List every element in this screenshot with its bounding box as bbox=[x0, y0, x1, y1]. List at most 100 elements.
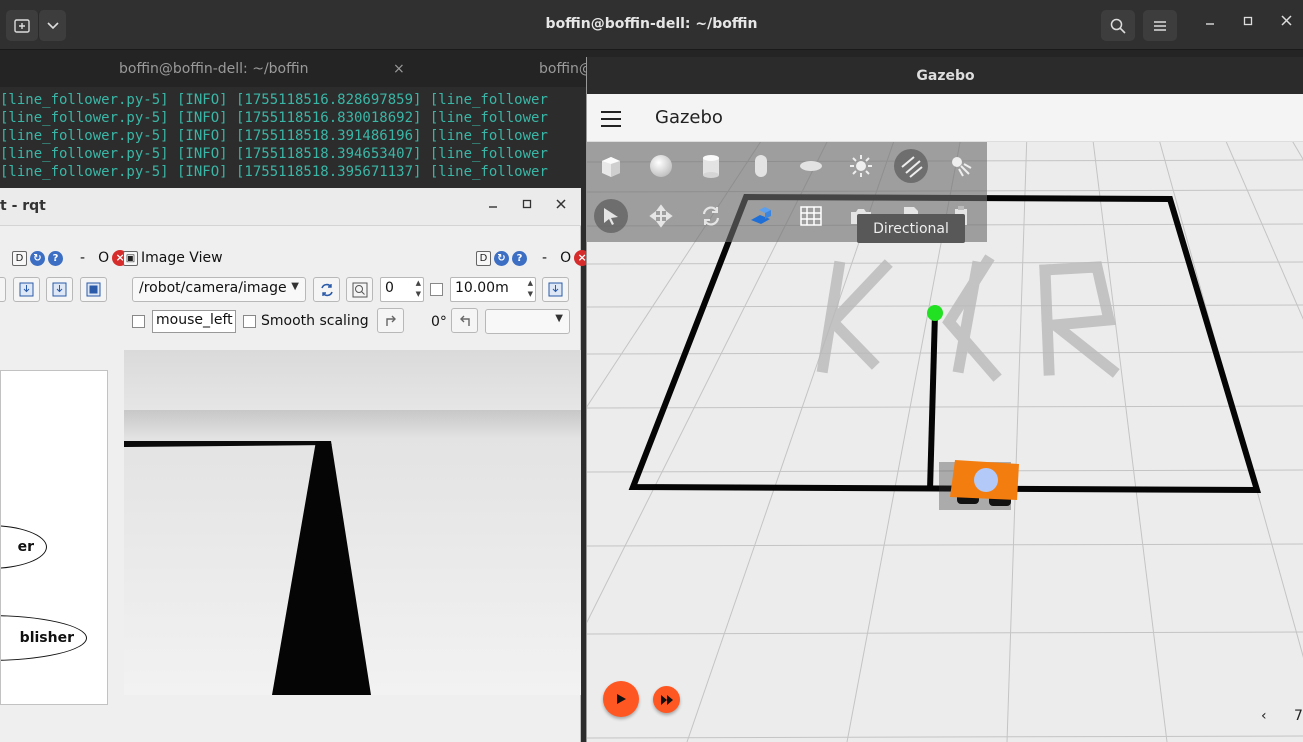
search-button[interactable] bbox=[1101, 10, 1135, 41]
terminal-header: boffin@boffin-dell: ~/boffin bbox=[0, 0, 1303, 50]
refresh-topics-button[interactable] bbox=[313, 277, 340, 302]
fast-forward-icon bbox=[660, 694, 673, 705]
mouse-topic-field[interactable]: mouse_left bbox=[152, 310, 236, 333]
reload-icon[interactable]: ↻ bbox=[30, 250, 45, 266]
sphere-icon bbox=[650, 155, 672, 177]
ellipsoid-icon bbox=[800, 161, 822, 171]
gazebo-titlebar: Gazebo bbox=[587, 57, 1303, 94]
image-view-dock-controls: D ↻ ? - O × bbox=[476, 250, 591, 266]
cylinder-shape-button[interactable] bbox=[694, 149, 728, 183]
terminal-tab-1[interactable]: boffin@boffin-dell: ~/boffin bbox=[119, 61, 309, 77]
graph-node[interactable]: blisher bbox=[1, 615, 87, 661]
zoom-fit-button[interactable] bbox=[346, 277, 373, 302]
point-light-icon bbox=[850, 155, 872, 177]
transform-control-button[interactable] bbox=[744, 199, 778, 233]
graph-node-label: er bbox=[17, 539, 34, 555]
mouse-checkbox[interactable] bbox=[132, 315, 145, 328]
spin-arrows-icon[interactable]: ▲ ▼ bbox=[528, 278, 533, 300]
distance-input[interactable]: 10.00m ▲ ▼ bbox=[450, 277, 536, 302]
terminal-tab-2[interactable]: boffin@ bbox=[539, 61, 593, 77]
image-view-title: Image View bbox=[141, 250, 223, 266]
capsule-shape-button[interactable] bbox=[744, 149, 778, 183]
close-button[interactable] bbox=[1276, 14, 1296, 30]
terminal-line: [line_follower.py-5] [INFO] [1755118516.… bbox=[0, 92, 548, 108]
transform-icon bbox=[751, 207, 771, 224]
terminal-menu-button[interactable] bbox=[1143, 10, 1177, 41]
spin-value: 0 bbox=[385, 280, 394, 296]
hamburger-icon[interactable] bbox=[601, 111, 621, 132]
point-light-button[interactable] bbox=[844, 149, 878, 183]
close-icon bbox=[556, 199, 566, 209]
dock-o-button[interactable]: O bbox=[98, 250, 109, 266]
smooth-scaling-checkbox[interactable] bbox=[243, 315, 256, 328]
robot-model[interactable] bbox=[939, 460, 1019, 510]
distance-value: 10.00m bbox=[455, 280, 509, 296]
save-icon bbox=[52, 282, 67, 297]
maximize-button[interactable] bbox=[1238, 14, 1258, 30]
rqt-title: t - rqt bbox=[0, 198, 46, 214]
image-view-dock-title: ▣ Image View bbox=[123, 250, 223, 266]
help-icon[interactable]: ? bbox=[512, 250, 527, 266]
publish-topic-select[interactable]: ▼ bbox=[485, 309, 570, 334]
panel-prev-arrow[interactable]: ‹ bbox=[1261, 708, 1267, 724]
terminal-line: [line_follower.py-5] [INFO] [1755118518.… bbox=[0, 164, 548, 180]
translate-mode-button[interactable] bbox=[644, 199, 678, 233]
image-button[interactable] bbox=[80, 277, 107, 302]
spot-light-button[interactable] bbox=[944, 149, 978, 183]
select-mode-button[interactable] bbox=[594, 199, 628, 233]
topic-select[interactable]: /robot/camera/image ▼ bbox=[132, 277, 306, 302]
gazebo-window-title: Gazebo bbox=[916, 68, 975, 84]
tab-close-icon[interactable]: × bbox=[393, 61, 405, 77]
play-button[interactable] bbox=[603, 681, 639, 717]
help-icon[interactable]: ? bbox=[48, 250, 63, 266]
save-image-button[interactable] bbox=[542, 277, 569, 302]
dock-o-button[interactable]: O bbox=[560, 250, 571, 266]
translate-icon bbox=[649, 204, 673, 228]
save-button[interactable] bbox=[13, 277, 40, 302]
grid-config-button[interactable] bbox=[794, 199, 828, 233]
save-as-button[interactable] bbox=[46, 277, 73, 302]
rqt-minimize-button[interactable] bbox=[484, 197, 502, 213]
distance-checkbox[interactable] bbox=[430, 283, 443, 296]
step-button[interactable] bbox=[653, 686, 680, 713]
dock-dash[interactable]: - bbox=[542, 250, 547, 266]
gazebo-app-bar: Gazebo bbox=[587, 94, 1303, 142]
spin-arrows-icon[interactable]: ▲ ▼ bbox=[416, 278, 421, 300]
play-icon bbox=[617, 694, 626, 704]
sphere-shape-button[interactable] bbox=[644, 149, 678, 183]
box-shape-button[interactable] bbox=[594, 149, 628, 183]
image-view-icon: ▣ bbox=[123, 250, 138, 266]
panel-page-number: 7 bbox=[1294, 708, 1303, 724]
ellipsoid-shape-button[interactable] bbox=[794, 149, 828, 183]
goal-marker[interactable] bbox=[927, 305, 943, 321]
capsule-icon bbox=[755, 155, 767, 177]
rotate-mode-button[interactable] bbox=[694, 199, 728, 233]
zoom-icon bbox=[352, 282, 367, 297]
rqt-maximize-button[interactable] bbox=[518, 197, 536, 213]
dock-d-button[interactable]: D bbox=[12, 250, 27, 266]
search-icon bbox=[1110, 18, 1126, 34]
left-tool-button[interactable] bbox=[0, 277, 6, 302]
reload-icon[interactable]: ↻ bbox=[494, 250, 509, 266]
directional-light-button[interactable] bbox=[894, 149, 928, 183]
rotate-left-button[interactable] bbox=[377, 308, 404, 333]
minimize-button[interactable] bbox=[1200, 14, 1220, 30]
gazebo-window: Gazebo Gazebo Directional ‹ 7 bbox=[586, 57, 1303, 742]
rotate-icon bbox=[702, 206, 720, 226]
rqt-close-button[interactable] bbox=[552, 197, 570, 213]
dock-dash[interactable]: - bbox=[80, 250, 85, 266]
gazebo-app-title: Gazebo bbox=[655, 107, 723, 128]
box-icon bbox=[602, 157, 620, 177]
grid-icon bbox=[800, 206, 822, 226]
graph-node[interactable]: er bbox=[1, 525, 47, 569]
chevron-down-icon: ▼ bbox=[555, 313, 563, 324]
camera-image[interactable] bbox=[124, 350, 581, 695]
node-graph-canvas[interactable]: er blisher bbox=[0, 370, 108, 705]
rotate-right-button[interactable] bbox=[451, 308, 478, 333]
maximize-icon bbox=[522, 199, 532, 209]
rotate-right-icon bbox=[459, 315, 470, 326]
image-icon bbox=[86, 282, 101, 297]
dock-d-button[interactable]: D bbox=[476, 250, 491, 266]
spin-input[interactable]: 0 ▲ ▼ bbox=[380, 277, 424, 302]
select-icon bbox=[604, 208, 618, 225]
